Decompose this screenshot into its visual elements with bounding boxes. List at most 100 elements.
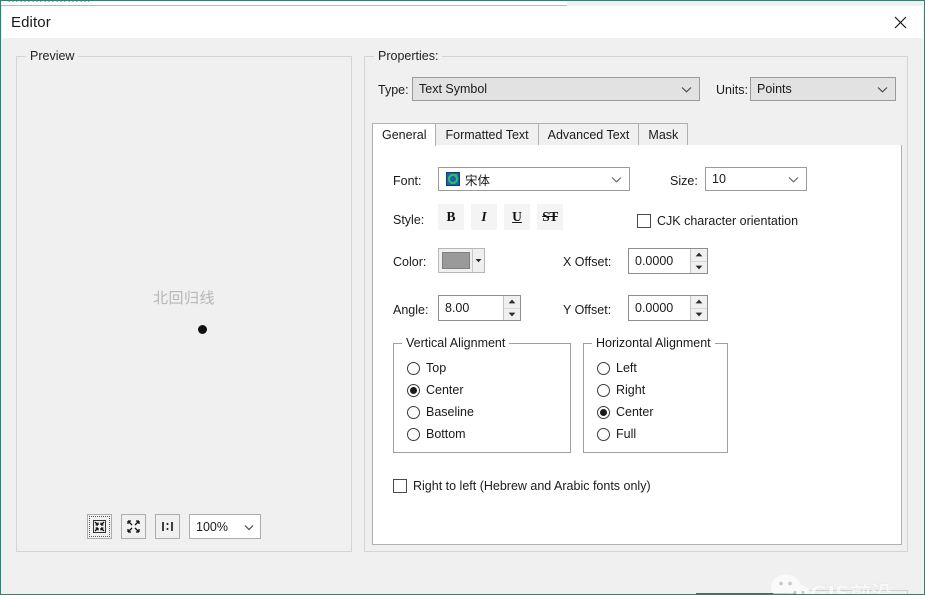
close-button[interactable] xyxy=(877,6,923,38)
close-x-icon xyxy=(894,16,906,28)
font-combobox[interactable]: 宋体 xyxy=(438,167,630,191)
radio-halign-center-label: Center xyxy=(616,405,654,419)
radio-valign-top[interactable]: Top xyxy=(407,361,446,375)
radio-circle-icon xyxy=(597,361,610,375)
tab-mask[interactable]: Mask xyxy=(638,123,689,145)
cjk-orientation-label: CJK character orientation xyxy=(657,214,799,228)
radio-halign-left[interactable]: Left xyxy=(597,361,637,375)
checkbox-box-icon xyxy=(637,214,651,228)
chevron-down-icon xyxy=(877,82,888,96)
tab-advanced-text-label: Advanced Text xyxy=(547,127,630,142)
zoom-in-button[interactable] xyxy=(87,514,112,539)
size-value: 10 xyxy=(712,172,726,186)
cancel-button[interactable]: Cancel xyxy=(808,590,908,594)
radio-valign-bottom[interactable]: Bottom xyxy=(407,427,466,441)
size-label: Size: xyxy=(670,174,698,188)
tab-advanced-text[interactable]: Advanced Text xyxy=(537,123,640,145)
style-label: Style: xyxy=(393,213,425,227)
radio-halign-right-label: Right xyxy=(616,383,646,397)
angle-spinner[interactable]: 8.00 xyxy=(438,295,521,321)
tab-general[interactable]: General xyxy=(372,123,437,146)
zoom-level-value: 100% xyxy=(196,519,228,534)
bold-button[interactable]: B xyxy=(438,204,464,230)
chevron-down-icon xyxy=(472,249,484,272)
size-combobox[interactable]: 10 xyxy=(705,167,807,191)
vertical-alignment-legend: Vertical Alignment xyxy=(402,336,510,350)
triangle-up-icon[interactable] xyxy=(691,296,707,309)
units-value: Points xyxy=(757,82,792,96)
x-offset-spinner[interactable]: 0.0000 xyxy=(628,248,708,274)
y-offset-spinner[interactable]: 0.0000 xyxy=(628,295,708,321)
y-offset-value: 0.0000 xyxy=(635,301,674,315)
bold-label: B xyxy=(446,209,456,224)
triangle-down-icon[interactable] xyxy=(691,261,707,273)
radio-halign-center[interactable]: Center xyxy=(597,405,654,419)
color-picker-button[interactable] xyxy=(438,248,485,273)
radio-circle-icon xyxy=(597,383,610,397)
triangle-down-icon[interactable] xyxy=(504,308,520,320)
checkbox-box-icon xyxy=(393,479,407,493)
type-label: Type: xyxy=(378,83,409,97)
preview-toolbar: 100% xyxy=(87,514,261,539)
radio-valign-center[interactable]: Center xyxy=(407,383,464,397)
properties-group: Properties: Type: Text Symbol Units: Poi… xyxy=(364,49,908,552)
type-value: Text Symbol xyxy=(419,82,488,96)
chevron-down-icon xyxy=(244,520,254,534)
preview-group: Preview 北回归线 100% xyxy=(16,49,352,552)
horizontal-alignment-legend: Horizontal Alignment xyxy=(592,336,715,350)
opentype-font-icon xyxy=(445,172,460,187)
radio-valign-top-label: Top xyxy=(426,361,447,375)
type-combobox[interactable]: Text Symbol xyxy=(412,77,700,101)
vertical-alignment-group: Vertical Alignment Top Center Baseline B… xyxy=(393,336,571,453)
radio-valign-baseline[interactable]: Baseline xyxy=(407,405,474,419)
right-to-left-label: Right to left (Hebrew and Arabic fonts o… xyxy=(413,479,651,493)
preview-canvas[interactable]: 北回归线 xyxy=(17,57,351,551)
zoom-out-button[interactable] xyxy=(121,514,146,539)
radio-halign-right[interactable]: Right xyxy=(597,383,645,397)
background-window-title: ………………… xyxy=(7,1,91,5)
x-offset-label: X Offset: xyxy=(563,255,612,269)
zoom-out-icon xyxy=(127,520,140,533)
radio-halign-left-label: Left xyxy=(616,361,637,375)
tab-general-label: General xyxy=(382,128,427,142)
radio-valign-center-label: Center xyxy=(426,383,464,397)
radio-circle-icon xyxy=(407,383,420,397)
chevron-down-icon xyxy=(611,172,622,186)
color-label: Color: xyxy=(393,255,427,269)
radio-circle-icon xyxy=(407,427,420,441)
y-offset-label: Y Offset: xyxy=(563,303,612,317)
radio-halign-full[interactable]: Full xyxy=(597,427,636,441)
radio-halign-full-label: Full xyxy=(616,427,637,441)
x-offset-spinner-arrows xyxy=(690,249,707,273)
x-offset-value: 0.0000 xyxy=(635,254,674,268)
font-label: Font: xyxy=(393,174,422,188)
zoom-level-combobox[interactable]: 100% xyxy=(189,514,261,539)
triangle-down-icon[interactable] xyxy=(691,308,707,320)
angle-value: 8.00 xyxy=(445,301,470,315)
tab-page-general: Font: 宋体 Size: 10 Style: B I U ST CJK ch… xyxy=(372,145,902,545)
right-to-left-checkbox[interactable]: Right to left (Hebrew and Arabic fonts o… xyxy=(393,479,651,493)
window-title: Editor xyxy=(11,13,51,31)
color-swatch-fill xyxy=(442,252,470,269)
anchor-dot-icon xyxy=(198,325,207,334)
title-bar: Editor xyxy=(2,6,923,38)
radio-circle-icon xyxy=(407,405,420,419)
preview-sample-text: 北回归线 xyxy=(152,289,216,307)
units-combobox[interactable]: Points xyxy=(750,77,896,101)
cjk-orientation-checkbox[interactable]: CJK character orientation xyxy=(637,214,798,228)
radio-circle-icon xyxy=(597,405,610,419)
triangle-up-icon[interactable] xyxy=(504,296,520,309)
strikethrough-button[interactable]: ST xyxy=(537,204,563,230)
radio-circle-icon xyxy=(597,427,610,441)
zoom-in-icon xyxy=(93,520,106,533)
font-value: 宋体 xyxy=(465,172,491,188)
tab-formatted-text[interactable]: Formatted Text xyxy=(435,123,539,145)
underline-button[interactable]: U xyxy=(504,204,530,230)
italic-button[interactable]: I xyxy=(471,204,497,230)
y-offset-spinner-arrows xyxy=(690,296,707,320)
actual-size-button[interactable] xyxy=(155,514,180,539)
editor-dialog-window: ………………… Editor Preview 北回归线 xyxy=(0,0,925,595)
radio-valign-baseline-label: Baseline xyxy=(426,405,474,419)
triangle-up-icon[interactable] xyxy=(691,249,707,262)
radio-circle-icon xyxy=(407,361,420,375)
